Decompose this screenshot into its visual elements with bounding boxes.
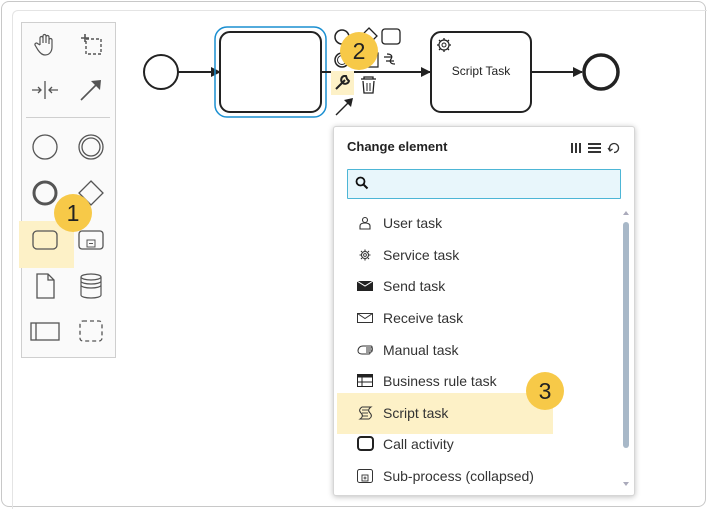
list-item-label: Receive task: [383, 309, 464, 326]
columns-icon[interactable]: [570, 141, 582, 159]
subprocess-collapsed-icon: [356, 467, 374, 485]
list-item-label: Script task: [383, 404, 449, 421]
script-task-icon: [356, 404, 374, 422]
list-item-label: User task: [383, 214, 443, 231]
list-item-business-rule-task[interactable]: Business rule task: [334, 365, 619, 396]
user-task-icon: [356, 214, 374, 232]
popup-title: Change element: [347, 139, 448, 154]
list-item-service-task[interactable]: Service task: [334, 239, 619, 270]
call-activity-icon: [356, 435, 374, 453]
manual-task-icon: [356, 341, 374, 359]
list-item-label: Manual task: [383, 341, 459, 358]
list-item-manual-task[interactable]: Manual task: [334, 334, 619, 365]
receive-task-icon: [356, 309, 374, 327]
list-item-label: Call activity: [383, 435, 454, 452]
list-item-label: Send task: [383, 277, 446, 294]
change-element-popup: Change element User task Service task Se…: [333, 126, 635, 496]
list-item-call-activity[interactable]: Call activity: [334, 428, 619, 459]
scrollbar-thumb[interactable]: [623, 222, 629, 448]
loop-icon[interactable]: [607, 141, 620, 159]
list-item-script-task[interactable]: Script task: [334, 397, 619, 428]
end-event[interactable]: [582, 53, 620, 91]
list-item-receive-task[interactable]: Receive task: [334, 302, 619, 333]
connect-arrow-icon[interactable]: [335, 98, 353, 116]
selected-task[interactable]: [214, 26, 327, 118]
trash-icon[interactable]: [361, 76, 376, 94]
popup-header-icons: [570, 141, 620, 159]
business-rule-task-icon: [356, 372, 374, 390]
search-icon: [355, 176, 369, 195]
start-event[interactable]: [143, 54, 179, 90]
list-item-label: Sub-process (collapsed): [383, 467, 534, 484]
list-item-subprocess-collapsed[interactable]: Sub-process (collapsed): [334, 460, 619, 491]
step-badge-2: 2: [340, 32, 378, 70]
list-item-user-task[interactable]: User task: [334, 207, 619, 238]
list-item-label: Service task: [383, 246, 460, 263]
list-icon[interactable]: [588, 141, 601, 159]
search-input[interactable]: [374, 174, 618, 194]
service-task-icon: [356, 246, 374, 264]
search-box[interactable]: [347, 169, 621, 199]
scroll-up-arrow[interactable]: [623, 211, 629, 215]
scroll-down-arrow[interactable]: [623, 482, 629, 486]
script-task-label: Script Task: [451, 64, 511, 78]
step-badge-1: 1: [54, 194, 92, 232]
send-task-icon: [356, 277, 374, 295]
list-item-label: Business rule task: [383, 372, 497, 389]
list-item-send-task[interactable]: Send task: [334, 270, 619, 301]
step-badge-3: 3: [526, 372, 564, 410]
